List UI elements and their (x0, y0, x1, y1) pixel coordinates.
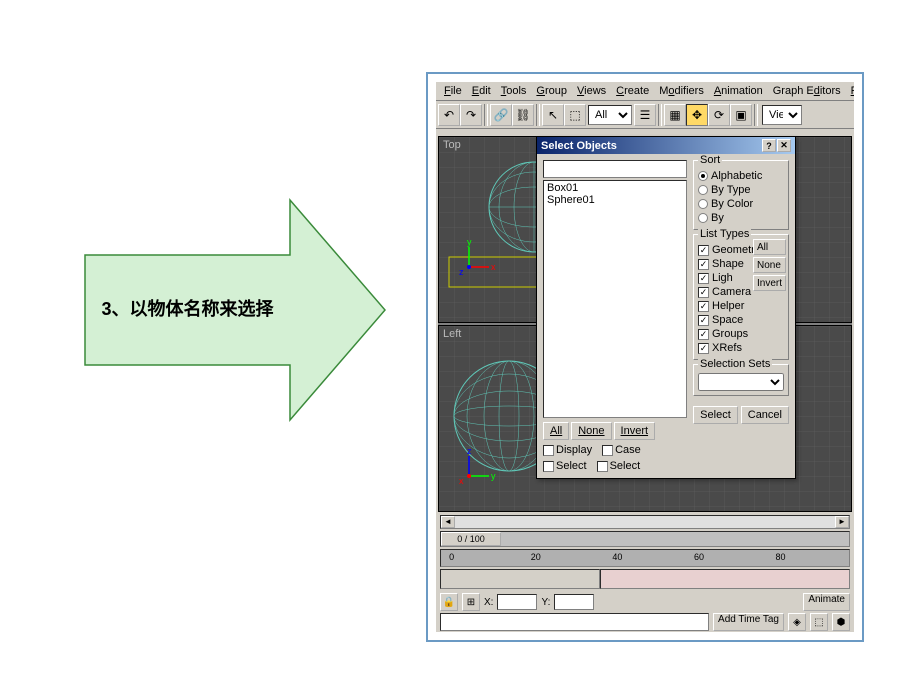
object-list[interactable]: Box01 Sphere01 (543, 180, 687, 418)
sort-group: Alphabetic By Type By Color By (693, 160, 789, 230)
menu-tools[interactable]: Tools (497, 84, 531, 98)
ref-coord-system[interactable]: View (762, 105, 802, 125)
scroll-right-icon[interactable]: ► (835, 516, 849, 528)
nav-icon-2[interactable]: ⬚ (810, 613, 828, 631)
list-item[interactable]: Box01 (545, 182, 685, 194)
sort-by-type[interactable]: By Type (698, 183, 784, 197)
help-icon[interactable]: ? (762, 139, 776, 152)
y-input[interactable] (554, 594, 594, 610)
rotate-icon[interactable]: ⟳ (708, 104, 730, 126)
animate-button[interactable]: Animate (803, 593, 850, 611)
sort-by-size[interactable]: By (698, 211, 784, 225)
toolbar: ↶ ↷ 🔗 ⛓ ↖ ⬚ All ☰ ▦ ✥ ⟳ ▣ View (436, 101, 854, 129)
nav-icon-3[interactable]: ⬢ (832, 613, 850, 631)
svg-text:z: z (459, 267, 464, 277)
menu-file[interactable]: File (440, 84, 466, 98)
menu-animation[interactable]: Animation (710, 84, 767, 98)
time-slider[interactable]: 0 / 100 (440, 531, 850, 547)
select-by-name-icon[interactable]: ☰ (634, 104, 656, 126)
selection-filter[interactable]: All (588, 105, 632, 125)
time-slider-handle[interactable]: 0 / 100 (441, 532, 501, 546)
invert-button[interactable]: Invert (614, 422, 656, 440)
link-icon[interactable]: 🔗 (490, 104, 512, 126)
instruction-arrow: 3、以物体名称来选择 (75, 195, 395, 425)
menu-edit[interactable]: Edit (468, 84, 495, 98)
select-objects-dialog: Select Objects ? ✕ Box01 Sphere01 All No… (536, 136, 796, 479)
scale-icon[interactable]: ▣ (730, 104, 752, 126)
select-sub-checkbox[interactable]: Select (597, 460, 641, 472)
arrow-text: 3、以物体名称来选择 (85, 295, 290, 321)
separator (658, 104, 662, 126)
close-icon[interactable]: ✕ (777, 139, 791, 152)
bottom-panel: ◄ ► 0 / 100 0 20 40 60 80 🔒 ⊞ X: (436, 514, 854, 632)
selection-sets-group (693, 364, 789, 396)
sort-by-color[interactable]: By Color (698, 197, 784, 211)
svg-text:y: y (467, 237, 472, 247)
menu-rendering[interactable]: Rendering (847, 84, 854, 98)
select-dep-checkbox[interactable]: Select (543, 460, 587, 472)
display-checkbox[interactable]: Display (543, 444, 592, 456)
list-types-group: All None Invert Geometr Shape Ligh Camer… (693, 234, 789, 360)
cancel-button[interactable]: Cancel (741, 406, 789, 424)
time-ruler[interactable]: 0 20 40 60 80 (440, 549, 850, 567)
select-region-icon[interactable]: ⬚ (564, 104, 586, 126)
unlink-icon[interactable]: ⛓ (512, 104, 534, 126)
svg-text:z: z (467, 446, 472, 456)
menu-graph-editors[interactable]: Graph Editors (769, 84, 845, 98)
crossing-icon[interactable]: ▦ (664, 104, 686, 126)
viewport-scrollbar[interactable]: ◄ ► (440, 515, 850, 529)
dialog-title: Select Objects (541, 140, 617, 152)
menu-views[interactable]: Views (573, 84, 610, 98)
lt-none-button[interactable]: None (753, 257, 786, 273)
none-button[interactable]: None (571, 422, 611, 440)
svg-text:y: y (491, 471, 496, 481)
add-time-tag[interactable]: Add Time Tag (713, 613, 784, 631)
move-icon[interactable]: ✥ (686, 104, 708, 126)
lt-invert-button[interactable]: Invert (753, 275, 786, 291)
y-label: Y: (541, 597, 550, 608)
menu-modifiers[interactable]: Modifiers (655, 84, 708, 98)
svg-text:x: x (459, 476, 464, 486)
lock-icon[interactable]: 🔒 (440, 593, 458, 611)
all-button[interactable]: All (543, 422, 569, 440)
status-bar (440, 613, 709, 631)
lt-space[interactable]: Space (698, 313, 784, 327)
lt-groups[interactable]: Groups (698, 327, 784, 341)
svg-text:x: x (491, 262, 496, 272)
lt-all-button[interactable]: All (753, 239, 786, 255)
case-checkbox[interactable]: Case (602, 444, 641, 456)
undo-icon[interactable]: ↶ (438, 104, 460, 126)
separator (536, 104, 540, 126)
select-icon[interactable]: ↖ (542, 104, 564, 126)
dialog-titlebar[interactable]: Select Objects ? ✕ (537, 137, 795, 154)
selection-sets-dropdown[interactable] (698, 373, 784, 391)
separator (754, 104, 758, 126)
snap-icon[interactable]: ⊞ (462, 593, 480, 611)
select-button[interactable]: Select (693, 406, 738, 424)
separator (484, 104, 488, 126)
x-input[interactable] (497, 594, 537, 610)
screenshot-frame: File Edit Tools Group Views Create Modif… (426, 72, 864, 642)
menubar: File Edit Tools Group Views Create Modif… (436, 82, 854, 101)
nav-icon-1[interactable]: ◈ (788, 613, 806, 631)
redo-icon[interactable]: ↷ (460, 104, 482, 126)
menu-group[interactable]: Group (532, 84, 571, 98)
track-bar[interactable] (440, 569, 850, 589)
menu-create[interactable]: Create (612, 84, 653, 98)
scroll-left-icon[interactable]: ◄ (441, 516, 455, 528)
lt-helpers[interactable]: Helper (698, 299, 784, 313)
list-item[interactable]: Sphere01 (545, 194, 685, 206)
lt-xrefs[interactable]: XRefs (698, 341, 784, 355)
sort-alphabetic[interactable]: Alphabetic (698, 169, 784, 183)
app-window: File Edit Tools Group Views Create Modif… (436, 82, 854, 632)
search-input[interactable] (543, 160, 687, 178)
x-label: X: (484, 597, 493, 608)
